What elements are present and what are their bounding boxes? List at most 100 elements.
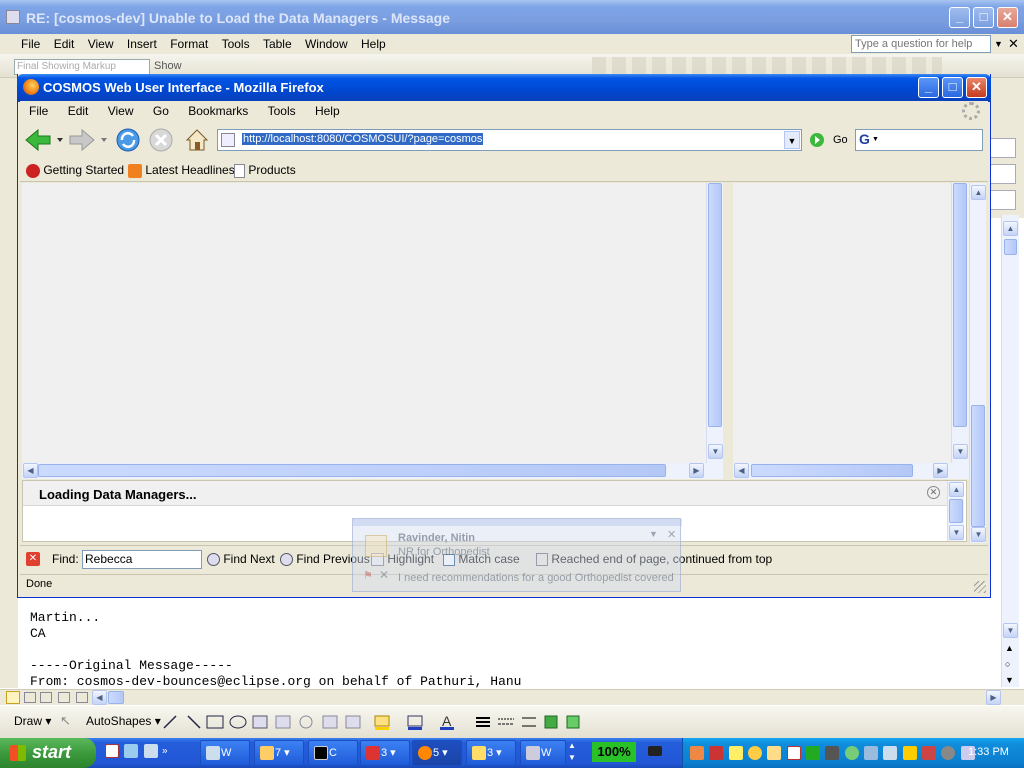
- bookmark-latest-headlines[interactable]: Latest Headlines: [128, 163, 235, 178]
- task-word[interactable]: W: [200, 740, 250, 766]
- taskbar-scroll-buttons[interactable]: ▲ ▼: [566, 740, 578, 766]
- url-text[interactable]: http://localhost:8080/COSMOSUI/?page=cos…: [242, 133, 484, 145]
- loading-scroll-thumb[interactable]: [949, 499, 963, 523]
- firefox-close-button[interactable]: ✕: [966, 77, 987, 98]
- loading-close-icon[interactable]: ✕: [927, 486, 940, 499]
- word-menu-edit[interactable]: Edit: [49, 34, 80, 54]
- back-button[interactable]: [24, 128, 66, 152]
- word-menu-insert[interactable]: Insert: [122, 34, 162, 54]
- search-engine-icon[interactable]: G: [859, 131, 870, 147]
- outline-view-icon[interactable]: [58, 692, 70, 703]
- firefox-title-bar[interactable]: COSMOS Web User Interface - Mozilla Fire…: [17, 74, 991, 102]
- word-show-button[interactable]: Show: [154, 60, 182, 72]
- ff-menu-bookmarks[interactable]: Bookmarks: [183, 101, 253, 121]
- left-vscroll-thumb[interactable]: [708, 183, 722, 427]
- notes-tray-icon[interactable]: [728, 745, 743, 760]
- bookmark-products[interactable]: Products: [234, 163, 296, 178]
- autoshapes-menu-button[interactable]: AutoShapes ▾: [86, 714, 161, 728]
- left-scroll-down-icon[interactable]: ▼: [708, 444, 723, 459]
- word-menu-help[interactable]: Help: [356, 34, 391, 54]
- word-help-input[interactable]: [851, 35, 991, 53]
- word-vertical-scrollbar[interactable]: ▲ ▼ ▲ ○ ▼: [1001, 215, 1019, 687]
- firefox-minimize-button[interactable]: _: [918, 77, 939, 98]
- antivirus-tray-icon[interactable]: [941, 745, 956, 760]
- page-vscroll-thumb[interactable]: [971, 405, 985, 527]
- right-hscroll-thumb[interactable]: [751, 464, 913, 477]
- java-tray-icon[interactable]: [690, 745, 704, 760]
- notification-close-icon[interactable]: ✕: [667, 528, 676, 541]
- ff-menu-help[interactable]: Help: [310, 101, 345, 121]
- home-button[interactable]: [184, 127, 210, 153]
- task-folders[interactable]: 3 ▾: [466, 740, 516, 766]
- drawing-tools-icons[interactable]: A: [160, 712, 600, 732]
- start-button[interactable]: start: [0, 738, 96, 768]
- word-scroll-down-icon[interactable]: ▼: [1003, 623, 1018, 638]
- word-markup-select[interactable]: Final Showing Markup: [14, 59, 150, 75]
- forward-button[interactable]: [68, 128, 110, 152]
- go-button[interactable]: Go: [833, 134, 848, 146]
- task-remote[interactable]: W: [520, 740, 566, 766]
- page-scroll-down-icon[interactable]: ▼: [971, 527, 986, 542]
- vs-tray-icon[interactable]: [786, 745, 801, 760]
- word-next-page-icon[interactable]: ▼: [1005, 675, 1014, 685]
- word-help-close-icon[interactable]: ✕: [1003, 34, 1024, 54]
- search-box[interactable]: G ▼: [855, 129, 983, 151]
- reload-button[interactable]: [114, 126, 142, 154]
- find-close-icon[interactable]: ✕: [26, 552, 40, 566]
- find-input[interactable]: Rebecca: [82, 550, 202, 569]
- word-scroll-thumb[interactable]: [1004, 239, 1017, 255]
- go-arrow-icon[interactable]: [809, 132, 825, 148]
- ff-menu-view[interactable]: View: [103, 101, 139, 121]
- clock[interactable]: 1:33 PM: [968, 746, 1009, 758]
- url-dropdown-icon[interactable]: ▼: [784, 131, 800, 149]
- ff-menu-edit[interactable]: Edit: [63, 101, 94, 121]
- flag-icon[interactable]: ⚑: [363, 569, 373, 582]
- notification-options-icon[interactable]: ▼: [649, 529, 658, 539]
- left-frame-vertical-scrollbar[interactable]: ▼: [706, 183, 723, 463]
- task-acrobat[interactable]: 3 ▾: [360, 740, 410, 766]
- right-scroll-down-icon[interactable]: ▼: [953, 444, 968, 459]
- word-prev-page-icon[interactable]: ▲: [1005, 643, 1014, 653]
- search-engine-dropdown-icon[interactable]: ▼: [872, 136, 879, 143]
- right-scroll-left-icon[interactable]: ◀: [734, 463, 749, 478]
- puzzle-tray-icon[interactable]: [844, 745, 859, 760]
- ff-menu-file[interactable]: File: [24, 101, 53, 121]
- stop-button[interactable]: [148, 127, 174, 153]
- visual-studio-icon[interactable]: [105, 743, 119, 758]
- word-menu-file[interactable]: File: [16, 34, 45, 54]
- frame-splitter[interactable]: [723, 183, 733, 479]
- notification-grip[interactable]: [353, 519, 682, 526]
- delete-icon[interactable]: ✕: [379, 568, 389, 582]
- select-objects-icon[interactable]: ↖: [60, 713, 71, 729]
- monitor-tray-icon[interactable]: [883, 745, 898, 760]
- camera-tray-icon[interactable]: [825, 745, 840, 760]
- task-outlook[interactable]: 7 ▾: [254, 740, 304, 766]
- word-document-body[interactable]: Martin... CA -----Original Message----- …: [30, 610, 990, 690]
- web-view-icon[interactable]: [24, 692, 36, 703]
- word-menu-tools[interactable]: Tools: [217, 34, 255, 54]
- url-bar[interactable]: http://localhost:8080/COSMOSUI/?page=cos…: [217, 129, 802, 151]
- right-vscroll-thumb[interactable]: [953, 183, 967, 427]
- key-tray-icon[interactable]: [902, 745, 917, 760]
- right-scroll-right-icon[interactable]: ▶: [933, 463, 948, 478]
- messenger-icon[interactable]: [143, 743, 158, 758]
- ff-menu-go[interactable]: Go: [148, 101, 174, 121]
- right-frame-horizontal-scrollbar[interactable]: ◀ ▶: [733, 463, 969, 479]
- word-scroll-left-icon[interactable]: ◀: [92, 690, 107, 705]
- right-frame-vertical-scrollbar[interactable]: ▼: [951, 183, 968, 463]
- print-view-icon[interactable]: [40, 692, 52, 703]
- word-maximize-button[interactable]: □: [973, 7, 994, 28]
- loading-panel-scrollbar[interactable]: ▲ ▼: [947, 481, 964, 541]
- word-menu-window[interactable]: Window: [300, 34, 353, 54]
- word-title-bar[interactable]: RE: [cosmos-dev] Unable to Load the Data…: [0, 0, 1024, 34]
- word-minimize-button[interactable]: _: [949, 7, 970, 28]
- loading-scroll-up-icon[interactable]: ▲: [949, 482, 964, 497]
- ff-menu-tools[interactable]: Tools: [263, 101, 301, 121]
- left-scroll-right-icon[interactable]: ▶: [689, 463, 704, 478]
- clock-tray-icon[interactable]: [748, 745, 763, 760]
- shield-tray-icon[interactable]: [922, 745, 937, 760]
- page-scroll-up-icon[interactable]: ▲: [971, 185, 986, 200]
- left-frame-horizontal-scrollbar[interactable]: ◀ ▶: [22, 463, 723, 479]
- word-menu-table[interactable]: Table: [258, 34, 297, 54]
- left-hscroll-thumb[interactable]: [38, 464, 666, 477]
